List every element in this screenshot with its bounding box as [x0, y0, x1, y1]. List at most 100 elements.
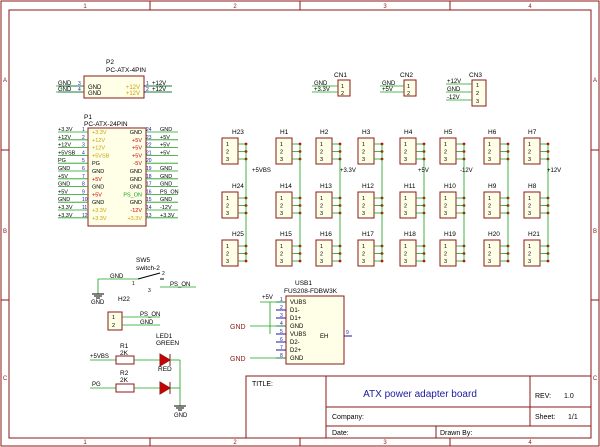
r2-ref: R2 [120, 370, 129, 377]
p2-pin-num-4: 4 [78, 87, 81, 93]
led1-value: GREEN [156, 340, 179, 347]
frame-col-label-4: 4 [528, 4, 532, 10]
p1-net-left: +5VSB [58, 150, 76, 156]
sw5-pin-1: 1 [132, 281, 135, 287]
usb1-pin-label: D2- [290, 340, 300, 346]
header-ref: H17 [362, 231, 374, 238]
p1-connector: P1 PC-ATX-24PIN 1 +3.3V +3.3V 2 +12V +12V 3 +12… [58, 114, 179, 227]
header-ref: H25 [232, 231, 244, 238]
header-body [399, 137, 417, 165]
header-ref: H6 [488, 129, 497, 136]
header-pin-num: 2 [404, 252, 407, 258]
header-pin-num: 3 [444, 259, 447, 265]
header-ref: H16 [320, 231, 332, 238]
header-pin-num: 2 [320, 204, 323, 210]
frame-col-label-2: 2 [233, 4, 237, 10]
p1-net-right: +3.3V [160, 213, 175, 219]
header-pin-num: 2 [444, 204, 447, 210]
header-h24: H241 23 [221, 183, 248, 219]
header-body [483, 137, 501, 165]
header-pin-num: 3 [488, 211, 491, 217]
p1-pin-label-left: +5V [92, 177, 102, 183]
header-pin-num: 1 [226, 244, 229, 250]
p1-net-right: GND [160, 197, 172, 203]
header-pin-num: 2 [320, 252, 323, 258]
header-pin-num: 1 [444, 196, 447, 202]
h22-net-ps-on: PS_ON [140, 312, 160, 318]
header-pin-num: 1 [404, 196, 407, 202]
company-label: Company: [332, 414, 364, 421]
header-h6: H6 1 23 [483, 129, 510, 165]
frame-row-label-b: B [3, 229, 7, 235]
header-ref: H5 [444, 129, 453, 136]
header-pin-num: 1 [404, 142, 407, 148]
drawn-by-label: Drawn By: [440, 430, 472, 437]
header-pin-num: 2 [528, 204, 531, 210]
header-pin-num: 1 [444, 244, 447, 250]
header-pin-num: 3 [226, 211, 229, 217]
header-pin-num: 2 [444, 150, 447, 156]
header-pin-num: 1 [362, 244, 365, 250]
p1-pin-num-right: 13 [146, 213, 152, 219]
p1-pin-label-right: -5V [133, 161, 142, 167]
p1-net-right: GND [160, 127, 172, 133]
p1-pin-label-right: GND [130, 185, 142, 191]
cn1-ref: CN1 [334, 72, 347, 79]
h22-header: H22 1 2 PS_ON GND [107, 296, 160, 331]
usb1-pin-label: GND [290, 356, 304, 362]
p1-pin-num-right: 14 [146, 205, 152, 211]
sw5-pin-2: 2 [162, 271, 165, 277]
p1-pin-label-left: +12V [92, 146, 105, 152]
usb1-pin-label: VUBS [290, 332, 306, 338]
header-pin-num: 1 [362, 196, 365, 202]
frame-row-label-a-right: A [593, 78, 597, 84]
header-body [275, 137, 293, 165]
header-h14: H14 1 23 [275, 183, 302, 219]
frame-col-label-1: 1 [83, 4, 87, 10]
cn3-net-12v: +12V [447, 79, 461, 85]
sw5-net-gnd: GND [110, 274, 124, 280]
p1-pin-num-left: 2 [82, 135, 85, 141]
header-pin-num: 3 [528, 259, 531, 265]
h22-net-gnd: GND [140, 320, 154, 326]
p1-pin-label-left: +12V [92, 138, 105, 144]
p2-ref: P2 [106, 59, 114, 66]
r2-net-pg: PG [92, 382, 101, 388]
p1-pin-label-left: +5V [92, 192, 102, 198]
sw5-pin-3: 3 [148, 288, 151, 294]
header-h1: H1 1 23 [275, 129, 302, 165]
header-pin-num: 2 [362, 204, 365, 210]
p1-pin-num-left: 12 [82, 213, 88, 219]
p1-pin-label-right: +5V [132, 138, 142, 144]
header-body [357, 239, 375, 267]
header-pin-num: 3 [488, 259, 491, 265]
header-pin-num: 1 [226, 142, 229, 148]
header-body [357, 191, 375, 219]
p2-value: PC-ATX-4PIN [106, 67, 146, 74]
p1-pin-num-right: 16 [146, 189, 152, 195]
header-body [357, 137, 375, 165]
p1-pin-num-left: 9 [82, 189, 85, 195]
header-h10: H10 1 23 [439, 183, 466, 219]
header-ref: H18 [404, 231, 416, 238]
led-gnd-label: GND [174, 413, 188, 419]
usb1-pin-label: GND [290, 324, 304, 330]
header-ref: H10 [444, 183, 456, 190]
p2-connector: P2 PC-ATX-4PIN GND GND +12V +12V GND GND… [56, 59, 172, 99]
header-body [399, 191, 417, 219]
p1-pin-label-right: PS_ON [123, 192, 142, 198]
header-pin-num: 2 [528, 150, 531, 156]
header-grid: H23123H1123H2123H3123H4123H5123H6123H712… [221, 129, 550, 267]
cn2-net-5v: +5V [382, 87, 393, 93]
p2-net-gnd-2: GND [58, 87, 72, 93]
cn1-net-3v3: +3.3V [314, 87, 330, 93]
p1-net-left: +3.3V [58, 205, 73, 211]
frame-row-label-b-right: B [593, 229, 597, 235]
header-pin-num: 1 [280, 244, 283, 250]
header-pin-num: 3 [280, 211, 283, 217]
rail-label-5v: +5V [418, 168, 429, 174]
r2-value: 2K [120, 377, 129, 384]
cn1-pin-1: 1 [341, 84, 344, 90]
rail-label-3v3: +3.3V [340, 168, 356, 174]
header-h19: H19 1 23 [439, 231, 466, 267]
